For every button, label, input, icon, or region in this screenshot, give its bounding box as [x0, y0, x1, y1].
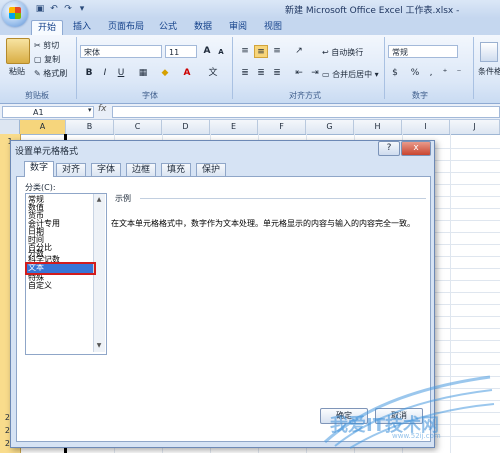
increase-indent-icon[interactable]: ⇥ — [308, 67, 322, 80]
conditional-format-icon[interactable] — [480, 42, 498, 62]
tab-fill[interactable]: 填充 — [161, 163, 191, 176]
italic-button[interactable]: I — [98, 67, 112, 80]
underline-button[interactable]: U — [114, 67, 128, 80]
number-group-label: 数字 — [412, 91, 428, 100]
list-item[interactable]: 自定义 — [28, 282, 52, 290]
column-header[interactable]: J — [450, 120, 500, 134]
brush-icon: ✎ — [34, 69, 41, 78]
column-header[interactable]: C — [114, 120, 162, 134]
tab-number[interactable]: 数字 — [24, 161, 54, 177]
column-header[interactable]: E — [210, 120, 258, 134]
office-logo-icon — [9, 7, 21, 19]
alignment-group-label: 对齐方式 — [289, 91, 321, 100]
separator — [473, 37, 474, 99]
tab-font[interactable]: 字体 — [91, 163, 121, 176]
font-name-select[interactable]: 宋体 — [80, 45, 162, 58]
paste-button[interactable]: 粘贴 — [9, 66, 25, 77]
fill-color-icon[interactable]: ◆ — [158, 67, 172, 80]
column-header[interactable]: A — [20, 120, 66, 134]
sample-divider — [140, 198, 426, 199]
tab-protection[interactable]: 保护 — [196, 163, 226, 176]
watermark-url: www.52ij.com — [392, 432, 441, 440]
wrap-text-icon: ↩ — [322, 48, 329, 57]
border-icon[interactable]: ▦ — [136, 67, 150, 80]
office-button[interactable] — [2, 1, 28, 27]
help-button[interactable]: ? — [378, 141, 400, 156]
align-center-icon[interactable]: ≣ — [254, 67, 268, 80]
cut-button[interactable]: ✂ 剪切 — [34, 40, 59, 51]
column-header[interactable]: G — [306, 120, 354, 134]
format-description: 在文本单元格格式中，数字作为文本处理。单元格显示的内容与输入的内容完全一致。 — [111, 219, 415, 228]
percent-icon[interactable]: % — [408, 67, 422, 80]
align-left-icon[interactable]: ≣ — [238, 67, 252, 80]
grow-font-button[interactable]: A — [200, 45, 214, 58]
tab-formulas[interactable]: 公式 — [155, 20, 181, 35]
column-header[interactable]: H — [354, 120, 402, 134]
undo-icon[interactable]: ↶ — [48, 3, 60, 15]
tab-insert[interactable]: 插入 — [68, 20, 96, 35]
category-label: 分类(C): — [25, 183, 56, 192]
separator — [384, 37, 385, 99]
name-box-dropdown-icon[interactable]: ▾ — [88, 106, 92, 114]
font-size-select[interactable]: 11 — [165, 45, 197, 58]
merge-icon: ▭ — [322, 70, 330, 79]
redo-icon[interactable]: ↷ — [62, 3, 74, 15]
name-box[interactable]: A1 — [2, 106, 94, 118]
align-bottom-icon[interactable]: ≡ — [270, 45, 284, 58]
tab-alignment[interactable]: 对齐 — [56, 163, 86, 176]
copy-button[interactable]: ▢ 复制 — [34, 54, 60, 65]
tab-view[interactable]: 视图 — [260, 20, 286, 35]
copy-icon: ▢ — [34, 55, 42, 64]
column-header[interactable]: B — [66, 120, 114, 134]
separator — [76, 37, 77, 99]
column-header[interactable]: F — [258, 120, 306, 134]
dialog-title: 设置单元格格式 — [15, 147, 79, 157]
tab-review[interactable]: 审阅 — [225, 20, 251, 35]
save-icon[interactable]: ▣ — [34, 3, 46, 15]
tab-home[interactable]: 开始 — [31, 20, 63, 36]
tab-page-layout[interactable]: 页面布局 — [104, 20, 148, 35]
shrink-font-button[interactable]: A — [214, 46, 228, 59]
scissors-icon: ✂ — [34, 41, 41, 50]
tab-data[interactable]: 数据 — [190, 20, 216, 35]
decrease-indent-icon[interactable]: ⇤ — [292, 67, 306, 80]
highlight-annotation-box — [25, 262, 96, 275]
scroll-up-icon[interactable]: ▲ — [94, 195, 104, 205]
orientation-icon[interactable]: ↗ — [292, 45, 306, 58]
phonetic-icon[interactable]: 文 — [206, 67, 220, 80]
merge-center-button[interactable]: ▭ 合并后居中 ▾ — [322, 69, 379, 80]
column-header[interactable]: I — [402, 120, 450, 134]
decrease-decimal-icon[interactable]: ⁻ — [452, 67, 466, 80]
column-header[interactable]: D — [162, 120, 210, 134]
number-format-select[interactable]: 常规 — [388, 45, 458, 58]
conditional-format-button[interactable]: 条件格 — [478, 66, 500, 77]
currency-icon[interactable]: $ — [388, 67, 402, 80]
formula-input[interactable] — [112, 106, 500, 118]
fx-label[interactable]: fx — [98, 104, 107, 114]
scroll-down-icon[interactable]: ▼ — [94, 341, 104, 351]
tab-border[interactable]: 边框 — [126, 163, 156, 176]
format-painter-button[interactable]: ✎ 格式刷 — [34, 68, 67, 79]
align-middle-icon[interactable]: ≡ — [254, 45, 268, 58]
close-button[interactable]: x — [401, 141, 431, 156]
font-color-icon[interactable]: A — [180, 67, 194, 80]
clipboard-group-label: 剪贴板 — [25, 91, 49, 100]
select-all-corner[interactable] — [0, 120, 20, 134]
window-title: 新建 Microsoft Office Excel 工作表.xlsx - — [285, 6, 460, 16]
font-group-label: 字体 — [142, 91, 158, 100]
sample-preview — [113, 203, 419, 212]
wrap-text-button[interactable]: ↩ 自动换行 — [322, 47, 363, 58]
separator — [232, 37, 233, 99]
align-top-icon[interactable]: ≡ — [238, 45, 252, 58]
comma-icon[interactable]: , — [424, 67, 438, 80]
align-right-icon[interactable]: ≣ — [270, 67, 284, 80]
paste-icon[interactable] — [6, 38, 30, 64]
increase-decimal-icon[interactable]: ⁺ — [438, 67, 452, 80]
customize-qat-icon[interactable]: ▾ — [76, 3, 88, 15]
bold-button[interactable]: B — [82, 67, 96, 80]
